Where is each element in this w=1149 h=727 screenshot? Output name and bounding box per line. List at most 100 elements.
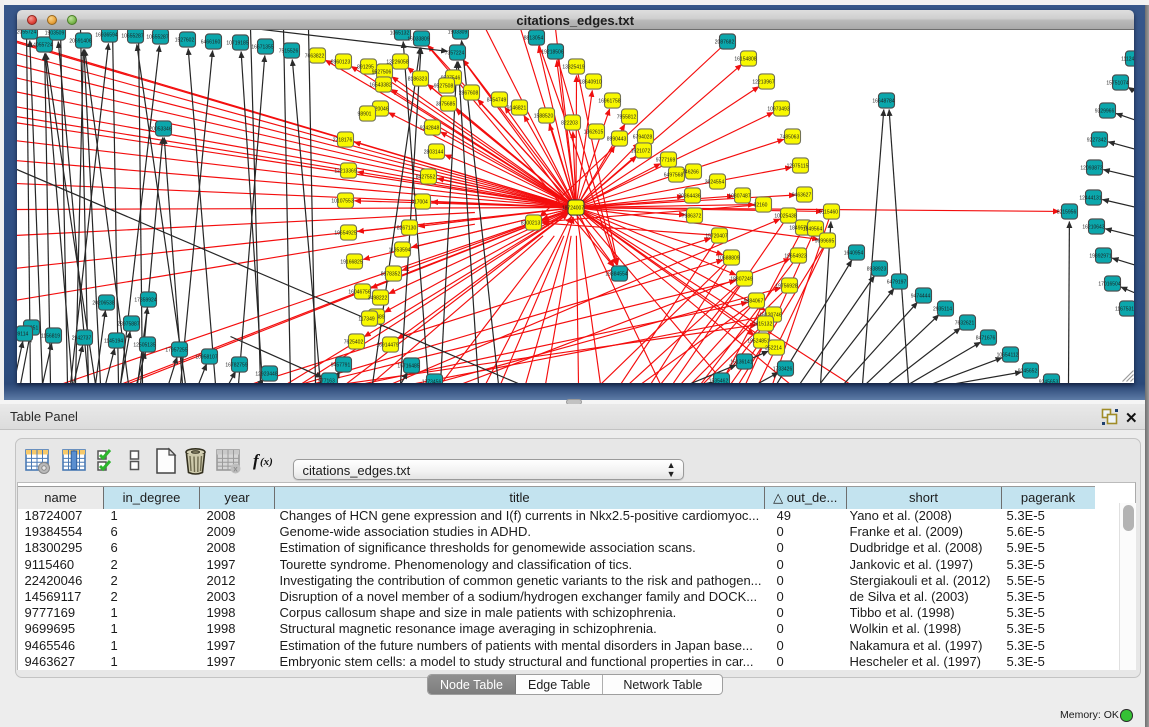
svg-text:9146821: 9146821: [506, 106, 526, 112]
svg-text:16210643: 16210643: [1082, 225, 1104, 231]
svg-text:2867608: 2867608: [458, 91, 478, 97]
svg-text:16914479: 16914479: [376, 343, 398, 349]
svg-text:2935114: 2935114: [932, 307, 951, 313]
svg-text:10973493: 10973493: [767, 107, 789, 113]
svg-text:6466160: 6466160: [200, 40, 220, 46]
svg-text:1362615: 1362615: [583, 130, 603, 136]
svg-text:746266: 746266: [682, 170, 699, 176]
svg-text:8427552: 8427552: [415, 175, 435, 181]
svg-text:9884067: 9884067: [743, 299, 763, 305]
svg-text:19524851: 19524851: [747, 339, 769, 345]
svg-text:1615132: 1615132: [752, 322, 772, 328]
svg-text:8813054: 8813054: [523, 36, 543, 42]
svg-text:252214: 252214: [765, 346, 782, 352]
svg-text:(x): (x): [260, 456, 273, 468]
svg-text:9699695: 9699695: [814, 239, 834, 245]
svg-text:1145194: 1145194: [103, 339, 122, 345]
svg-text:3498222: 3498222: [367, 296, 387, 302]
svg-text:3875685: 3875685: [435, 102, 455, 108]
svg-text:8960123: 8960123: [330, 60, 350, 66]
svg-text:19166825: 19166825: [340, 260, 362, 266]
svg-text:23975887: 23975887: [117, 322, 139, 328]
svg-text:9463627: 9463627: [791, 193, 811, 199]
svg-text:8300213: 8300213: [520, 221, 540, 227]
svg-text:16154808: 16154808: [734, 57, 756, 63]
svg-text:8990443: 8990443: [606, 137, 626, 143]
svg-text:1156819: 1156819: [40, 334, 59, 340]
svg-text:1903309: 1903309: [447, 30, 467, 36]
svg-text:1535462: 1535462: [708, 379, 728, 384]
svg-text:9227342: 9227342: [1086, 138, 1106, 144]
svg-text:10688809: 10688809: [717, 256, 739, 262]
svg-text:1527602: 1527602: [174, 38, 194, 44]
svg-text:9777169: 9777169: [655, 158, 675, 164]
svg-text:1588520: 1588520: [533, 114, 553, 120]
svg-text:98901: 98901: [357, 112, 371, 118]
svg-text:1849564: 1849564: [802, 227, 822, 233]
svg-text:8186323: 8186323: [407, 77, 427, 83]
svg-text:15720407: 15720407: [705, 234, 727, 240]
svg-text:2087682: 2087682: [714, 40, 734, 46]
svg-text:7485063: 7485063: [779, 135, 799, 141]
svg-text:11353594: 11353594: [388, 248, 410, 254]
svg-text:2803144: 2803144: [423, 150, 443, 156]
svg-text:16961758: 16961758: [598, 99, 620, 105]
svg-text:20364436: 20364436: [678, 194, 700, 200]
svg-text:19218506: 19218506: [541, 50, 563, 56]
svg-text:20691406: 20691406: [69, 39, 91, 45]
svg-text:9457791: 9457791: [330, 363, 350, 369]
svg-text:10655287: 10655287: [121, 34, 143, 40]
svg-text:19654923: 19654923: [784, 254, 806, 260]
svg-text:62160: 62160: [753, 203, 767, 209]
svg-text:13325419: 13325419: [562, 65, 584, 71]
svg-text:16671355: 16671355: [251, 45, 273, 51]
svg-text:7515526: 7515526: [278, 49, 298, 55]
svg-text:9527508: 9527508: [433, 84, 453, 90]
svg-text:19892971: 19892971: [1089, 254, 1111, 260]
svg-text:15751074: 15751074: [1106, 81, 1128, 87]
svg-text:7357224: 7357224: [444, 51, 464, 57]
svg-text:16936594: 16936594: [95, 33, 117, 39]
svg-text:12093872: 12093872: [1080, 166, 1102, 172]
svg-text:18724007: 18724007: [561, 206, 583, 212]
svg-text:12975115: 12975115: [786, 164, 808, 170]
svg-text:9242848: 9242848: [419, 126, 439, 132]
svg-text:10655287: 10655287: [146, 35, 168, 41]
svg-text:10025438: 10025438: [774, 214, 796, 220]
svg-text:9115460: 9115460: [818, 210, 837, 216]
svg-text:2055724: 2055724: [17, 30, 36, 36]
svg-text:7663822: 7663822: [304, 54, 324, 60]
svg-text:x: x: [233, 465, 238, 474]
svg-text:1167531: 1167531: [1114, 307, 1133, 313]
svg-text:2942737: 2942737: [71, 336, 91, 342]
svg-text:12923448: 12923448: [255, 372, 277, 378]
svg-text:19384554: 19384554: [605, 272, 627, 278]
svg-text:17016504: 17016504: [1098, 282, 1120, 288]
svg-text:10654112: 10654112: [996, 353, 1018, 359]
svg-text:16782759: 16782759: [225, 363, 247, 369]
svg-text:16648784: 16648784: [872, 99, 894, 105]
svg-text:20206538: 20206538: [92, 301, 114, 307]
svg-text:18640910: 18640910: [579, 80, 601, 86]
svg-text:16136141: 16136141: [730, 360, 752, 366]
svg-text:1112439: 1112439: [1121, 57, 1134, 63]
svg-text:16033809: 16033809: [407, 37, 429, 43]
svg-text:12444131: 12444131: [1079, 196, 1101, 202]
svg-text:10807487: 10807487: [728, 194, 750, 200]
svg-text:8471676: 8471676: [975, 336, 995, 342]
svg-text:8454749: 8454749: [486, 98, 506, 104]
svg-text:822203: 822203: [561, 121, 578, 127]
svg-text:7632621: 7632621: [954, 321, 974, 327]
svg-text:12505135: 12505135: [133, 343, 155, 349]
svg-text:3624554: 3624554: [704, 180, 724, 186]
svg-text:1733426: 1733426: [772, 367, 792, 373]
svg-text:7625402: 7625402: [343, 340, 363, 346]
svg-text:1273456: 1273456: [421, 380, 441, 384]
svg-text:9527506: 9527506: [371, 70, 391, 76]
svg-text:9245652: 9245652: [1017, 369, 1037, 375]
svg-text:12213369: 12213369: [334, 169, 356, 175]
svg-text:39114: 39114: [17, 332, 28, 338]
svg-text:19756928: 19756928: [775, 284, 797, 290]
svg-text:1903509: 1903509: [44, 31, 64, 37]
svg-text:19654925: 19654925: [334, 231, 356, 237]
